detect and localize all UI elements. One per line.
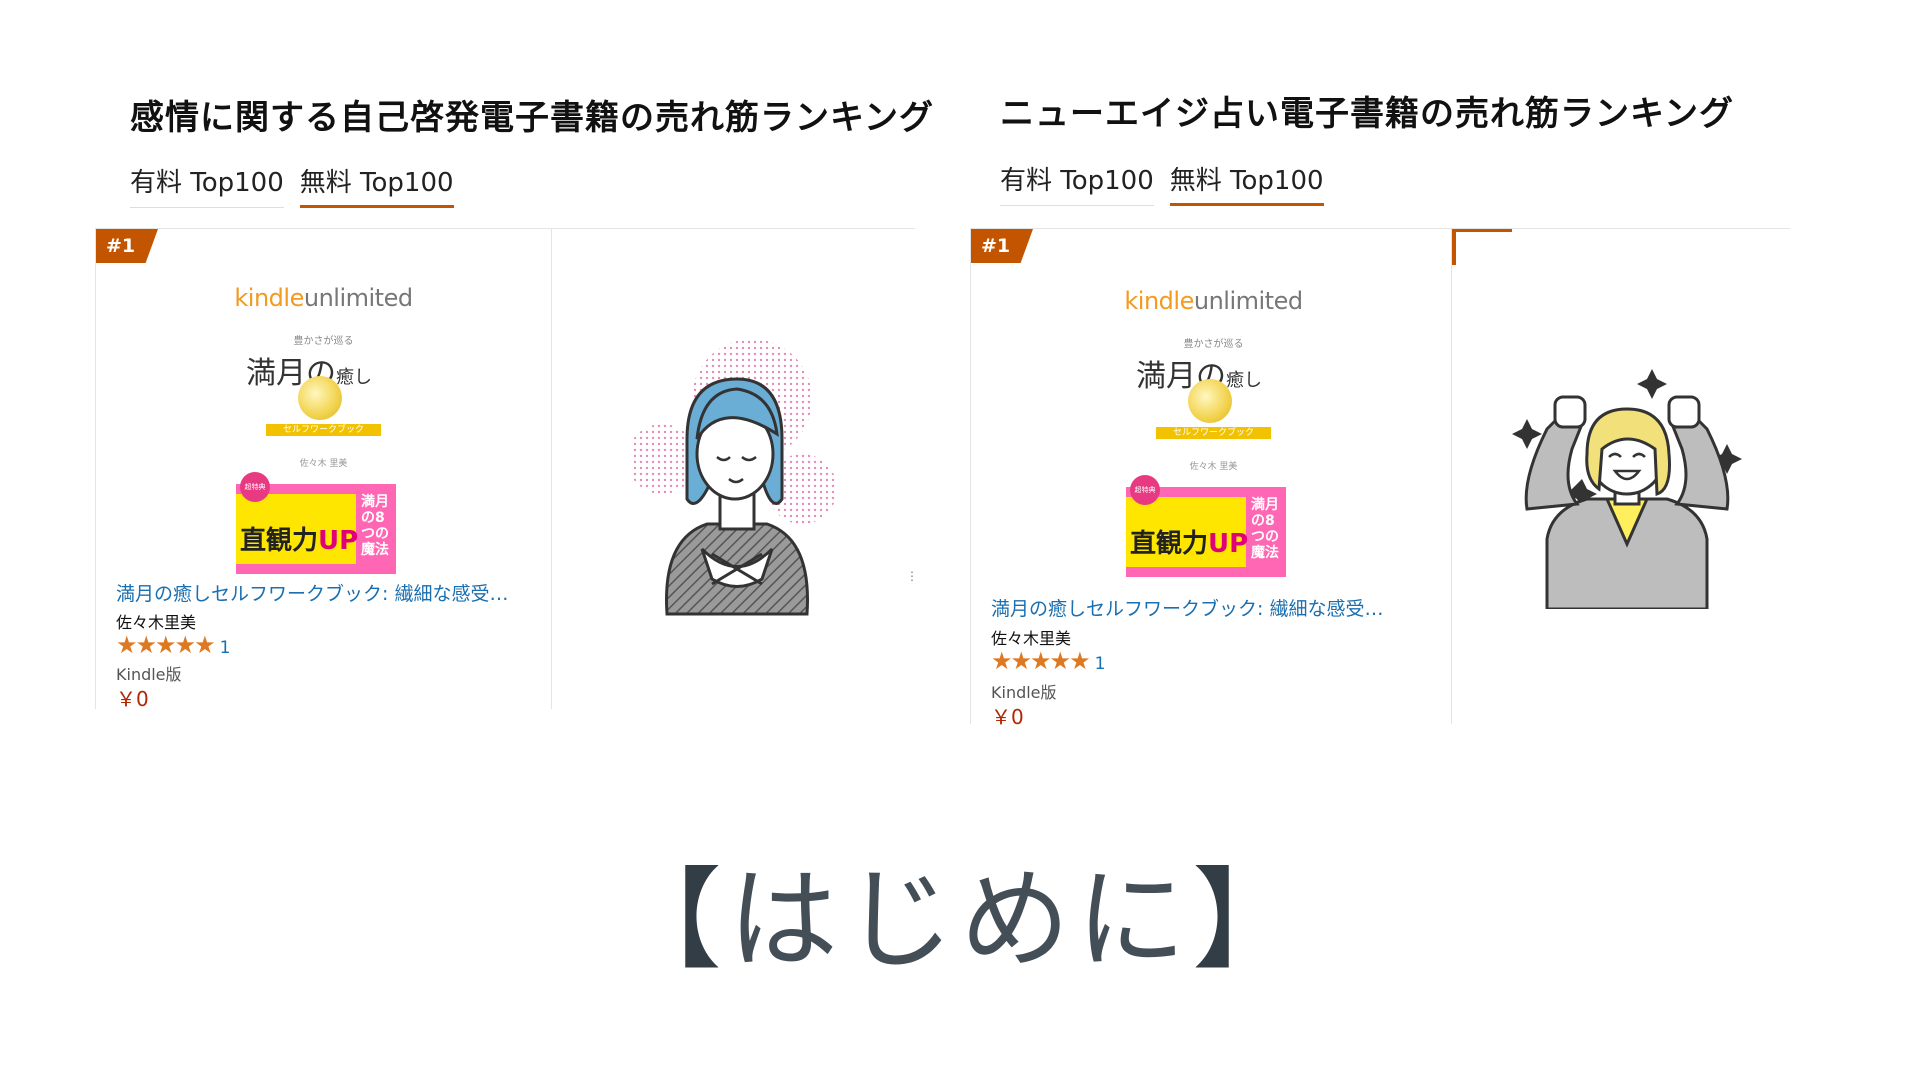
cover-author: 佐々木 里美 xyxy=(299,459,348,469)
tab-free-top100[interactable]: 無料 Top100 xyxy=(299,162,454,208)
cover-catch: 直観力UP xyxy=(240,526,359,556)
book-author: 佐々木里美 xyxy=(991,629,1072,648)
ranking-cards: #1 kindleunlimited 豊かさが巡る 満月の癒し セルフワークブッ… xyxy=(970,228,1790,729)
moon-graphic xyxy=(1188,379,1232,423)
book-card[interactable]: #1 kindleunlimited 豊かさが巡る 満月の癒し セルフワークブッ… xyxy=(95,229,552,711)
rating-count: 1 xyxy=(1094,654,1106,674)
cover-side-text: 満月の8つの魔法 xyxy=(1251,497,1279,561)
book-title-link[interactable]: 満月の癒しセルフワークブック: 繊細な感受… xyxy=(116,579,546,606)
book-price: ￥0 xyxy=(991,705,1024,729)
book-author: 佐々木里美 xyxy=(116,613,197,632)
calm-woman-illustration xyxy=(632,339,837,616)
book-cover[interactable]: kindleunlimited 豊かさが巡る 満月の癒し セルフワークブック 佐… xyxy=(1124,287,1303,577)
ranking-title: 感情に関する自己啓発電子書籍の売れ筋ランキング xyxy=(130,98,934,138)
section-heading: 【はじめに】 xyxy=(0,830,1920,990)
heading-text: はじめに xyxy=(728,856,1192,984)
card-accent-top xyxy=(1452,229,1512,232)
heading-bracket-close: 】 xyxy=(1192,856,1308,984)
tab-free-top100[interactable]: 無料 Top100 xyxy=(1169,160,1324,206)
book-cover[interactable]: kindleunlimited 豊かさが巡る 満月の癒し セルフワークブック 佐… xyxy=(234,284,413,574)
cover-band: セルフワークブック xyxy=(266,424,381,436)
kindle-unlimited-logo: kindleunlimited xyxy=(234,284,413,312)
rank-badge: #1 xyxy=(96,229,158,263)
ranking-tabs: 有料 Top100 無料 Top100 xyxy=(130,162,454,208)
book-card[interactable]: #1 kindleunlimited 豊かさが巡る 満月の癒し セルフワークブッ… xyxy=(970,229,1452,729)
illustration-card xyxy=(1452,229,1787,724)
rank-badge: #1 xyxy=(971,229,1033,263)
book-format: Kindle版 xyxy=(991,683,1057,702)
star-rating[interactable]: ★★★★★ 1 xyxy=(116,631,230,659)
cover-tag: 超特典 xyxy=(240,472,270,502)
heading-bracket-open: 【 xyxy=(612,856,728,984)
book-price: ￥0 xyxy=(116,687,149,711)
cover-tag: 超特典 xyxy=(1130,475,1160,505)
tab-paid-top100[interactable]: 有料 Top100 xyxy=(130,162,284,208)
book-title-link[interactable]: 満月の癒しセルフワークブック: 繊細な感受… xyxy=(991,594,1421,621)
star-rating[interactable]: ★★★★★ 1 xyxy=(991,647,1105,675)
cover-catch: 直観力UP xyxy=(1130,529,1249,559)
kindle-unlimited-logo: kindleunlimited xyxy=(1124,287,1303,315)
more-options-icon[interactable]: ⋮ xyxy=(906,569,918,609)
cover-author: 佐々木 里美 xyxy=(1189,462,1238,472)
tab-paid-top100[interactable]: 有料 Top100 xyxy=(1000,160,1154,206)
ranking-tabs: 有料 Top100 無料 Top100 xyxy=(1000,160,1324,206)
cover-subtitle: 豊かさが巡る xyxy=(293,336,354,347)
cover-side-text: 満月の8つの魔法 xyxy=(361,494,389,558)
illustration-card: ⋮ xyxy=(552,229,918,709)
cheering-woman-illustration xyxy=(1512,369,1742,609)
card-accent xyxy=(1452,229,1456,265)
cover-band: セルフワークブック xyxy=(1156,427,1271,439)
ranking-cards: #1 kindleunlimited 豊かさが巡る 満月の癒し セルフワークブッ… xyxy=(95,228,918,711)
moon-graphic xyxy=(298,376,342,420)
rating-count: 1 xyxy=(219,638,231,658)
cover-subtitle: 豊かさが巡る xyxy=(1183,339,1244,350)
ranking-title: ニューエイジ占い電子書籍の売れ筋ランキング xyxy=(1000,94,1734,134)
book-format: Kindle版 xyxy=(116,665,182,684)
